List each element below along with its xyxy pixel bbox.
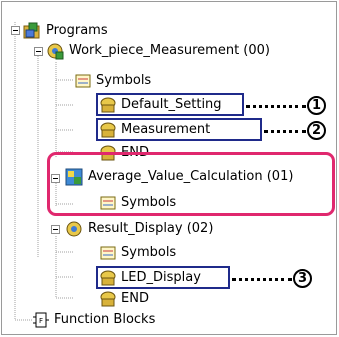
programs-label[interactable]: Programs (46, 22, 108, 40)
led-display-selection-box (96, 266, 230, 289)
symbols-label[interactable]: Symbols (96, 72, 151, 90)
highlight-frame (47, 152, 335, 216)
programs-folder-icon (23, 22, 40, 39)
callout-3-badge: 3 (293, 269, 312, 288)
callout-2-badge: 2 (307, 121, 326, 140)
symbols-label[interactable]: Symbols (121, 244, 176, 262)
programs-collapse-toggle[interactable] (11, 26, 20, 35)
program-icon (47, 43, 64, 60)
callout-3-leader (232, 278, 292, 284)
callout-1-leader (246, 105, 306, 111)
function-block-icon: F (33, 312, 49, 328)
project-tree-panel: Programs Work_piece_Measurement (00) Sym… (1, 1, 337, 335)
measurement-selection-box (96, 118, 262, 141)
symbols-icon (75, 74, 91, 88)
symbols-icon (100, 246, 116, 260)
result-display-label[interactable]: Result_Display (02) (88, 220, 213, 238)
default-setting-selection-box (96, 93, 244, 116)
result-collapse-toggle[interactable] (51, 225, 60, 234)
callout-1-badge: 1 (307, 96, 326, 115)
program-icon (66, 221, 82, 237)
end-icon (100, 291, 116, 307)
work-piece-measurement-label[interactable]: Work_piece_Measurement (00) (69, 42, 270, 60)
work-piece-collapse-toggle[interactable] (34, 47, 43, 56)
function-blocks-label[interactable]: Function Blocks (54, 311, 155, 329)
end-label[interactable]: END (121, 290, 149, 308)
svg-text:F: F (39, 317, 43, 325)
callout-2-leader (264, 130, 306, 136)
